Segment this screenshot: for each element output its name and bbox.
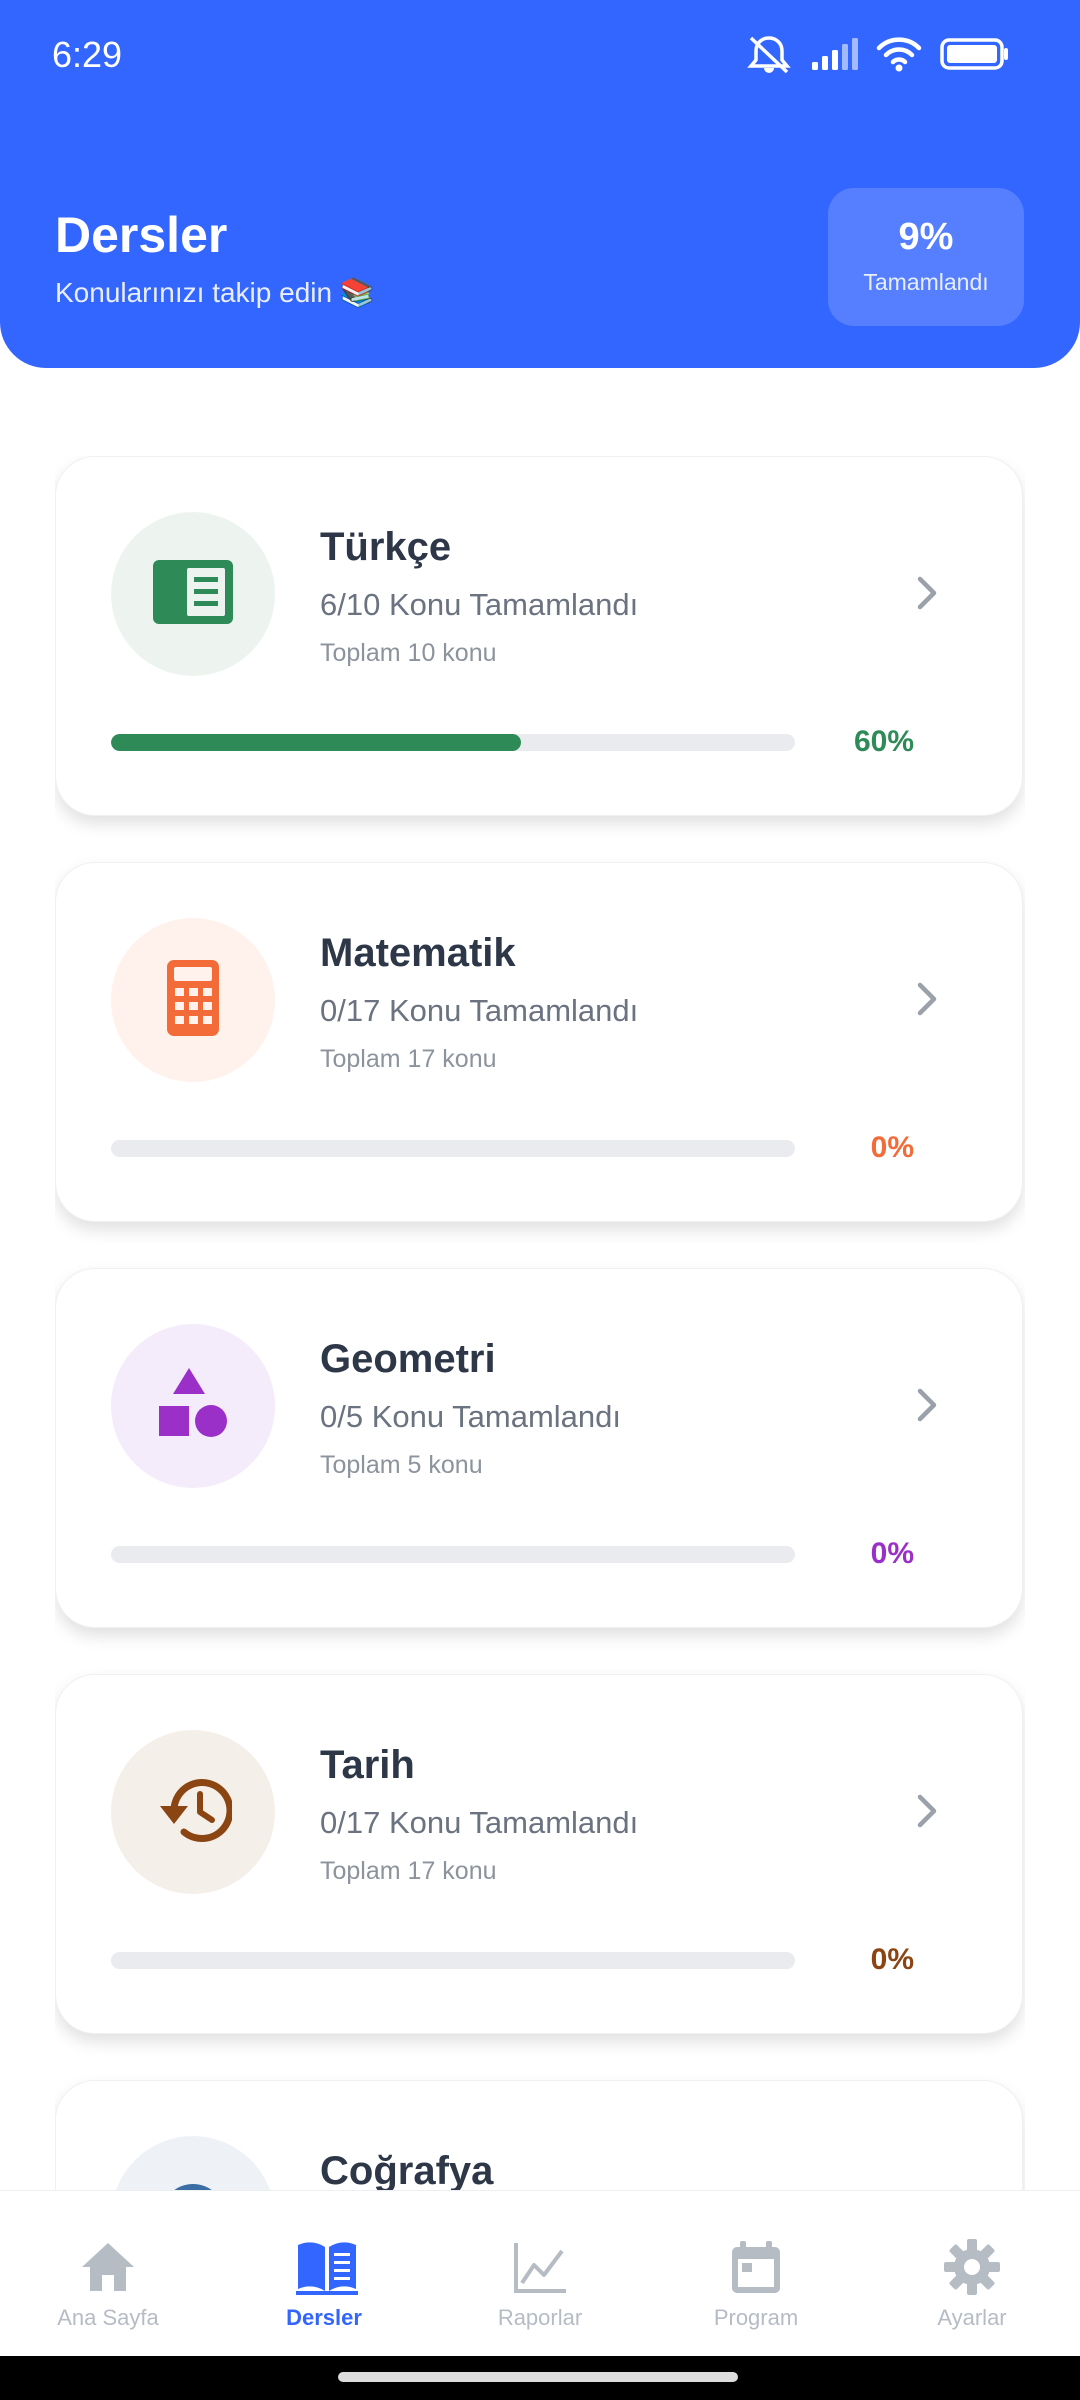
course-name: Geometri [320, 1337, 496, 1381]
course-icon-bg [111, 918, 275, 1082]
course-completed: 6/10 Konu Tamamlandı [320, 587, 639, 622]
progress-track [111, 1140, 795, 1157]
calculator-icon [167, 959, 219, 1041]
course-icon-bg [111, 1730, 275, 1894]
progress-track [111, 734, 795, 751]
progress-track [111, 1952, 795, 1969]
course-total: Toplam 17 konu [320, 1045, 497, 1073]
nav-label: Raporlar [497, 2305, 583, 2330]
globe-icon [158, 2181, 228, 2190]
nav-item-raporlar[interactable]: Raporlar [432, 2191, 648, 2357]
book-open-icon [294, 2237, 358, 2297]
course-icon-bg [111, 2136, 275, 2190]
calendar-icon [726, 2237, 786, 2297]
nav-item-ana-sayfa[interactable]: Ana Sayfa [0, 2191, 216, 2357]
course-list: Türkçe 6/10 Konu Tamamlandı Toplam 10 ko… [55, 456, 1025, 2190]
gear-icon [942, 2237, 1002, 2297]
status-time: 6:29 [52, 34, 123, 75]
nav-label: Program [713, 2305, 799, 2330]
course-name: Tarih [320, 1743, 415, 1787]
history-icon [154, 1774, 234, 1851]
nav-label: Dersler [286, 2305, 362, 2330]
course-completed: 0/17 Konu Tamamlandı [320, 1805, 639, 1840]
course-card-turkce[interactable]: Türkçe 6/10 Konu Tamamlandı Toplam 10 ko… [55, 456, 1023, 816]
bottom-nav: Ana Sayfa Dersler Raporlar Program Ayarl… [0, 2190, 1080, 2357]
chevron-right-icon[interactable] [902, 1381, 950, 1429]
course-total: Toplam 17 konu [320, 1857, 497, 1885]
course-name: Matematik [320, 931, 516, 975]
book-icon [153, 559, 233, 629]
course-percent: 0% [870, 1131, 914, 1164]
course-name: Türkçe [320, 525, 452, 569]
status-bar-icons [746, 34, 1010, 79]
progress-track [111, 1546, 795, 1563]
nav-item-program[interactable]: Program [648, 2191, 864, 2357]
overall-progress-label: Tamamlandı [863, 269, 989, 295]
nav-item-dersler[interactable]: Dersler [216, 2191, 432, 2357]
battery-icon [940, 38, 1010, 75]
chevron-right-icon[interactable] [902, 975, 950, 1023]
system-gesture-bar [0, 2356, 1080, 2400]
wifi-icon [876, 36, 922, 77]
overall-progress-badge: 9% Tamamlandı [828, 188, 1024, 326]
course-icon-bg [111, 512, 275, 676]
course-card-cografya[interactable]: Coğrafya [55, 2080, 1023, 2190]
chevron-right-icon[interactable] [902, 569, 950, 617]
nav-item-ayarlar[interactable]: Ayarlar [864, 2191, 1080, 2357]
mute-icon [746, 34, 792, 79]
course-name: Coğrafya [320, 2149, 494, 2190]
nav-label: Ana Sayfa [57, 2305, 159, 2330]
chevron-right-icon[interactable] [902, 1787, 950, 1835]
chart-icon [510, 2237, 570, 2297]
header: 6:29 Dersler Konularınızı takip edin 📚 9… [0, 0, 1080, 368]
course-percent: 0% [870, 1537, 914, 1570]
nav-label: Ayarlar [937, 2305, 1007, 2330]
overall-progress-value: 9% [898, 216, 954, 258]
shapes-icon [157, 1367, 229, 1445]
page-title: Dersler [55, 207, 228, 263]
course-icon-bg [111, 1324, 275, 1488]
home-icon [78, 2237, 138, 2297]
course-total: Toplam 5 konu [320, 1451, 483, 1479]
course-completed: 0/5 Konu Tamamlandı [320, 1399, 622, 1434]
progress-fill [111, 734, 522, 751]
course-percent: 0% [870, 1943, 914, 1976]
course-total: Toplam 10 konu [320, 639, 497, 667]
signal-icon [810, 38, 858, 75]
page-subtitle: Konularınızı takip edin 📚 [55, 277, 375, 308]
course-completed: 0/17 Konu Tamamlandı [320, 993, 639, 1028]
course-card-tarih[interactable]: Tarih 0/17 Konu Tamamlandı Toplam 17 kon… [55, 1674, 1023, 2034]
course-percent: 60% [853, 725, 914, 758]
course-card-geometri[interactable]: Geometri 0/5 Konu Tamamlandı Toplam 5 ko… [55, 1268, 1023, 1628]
course-card-matematik[interactable]: Matematik 0/17 Konu Tamamlandı Toplam 17… [55, 862, 1023, 1222]
home-indicator[interactable] [338, 2372, 738, 2382]
